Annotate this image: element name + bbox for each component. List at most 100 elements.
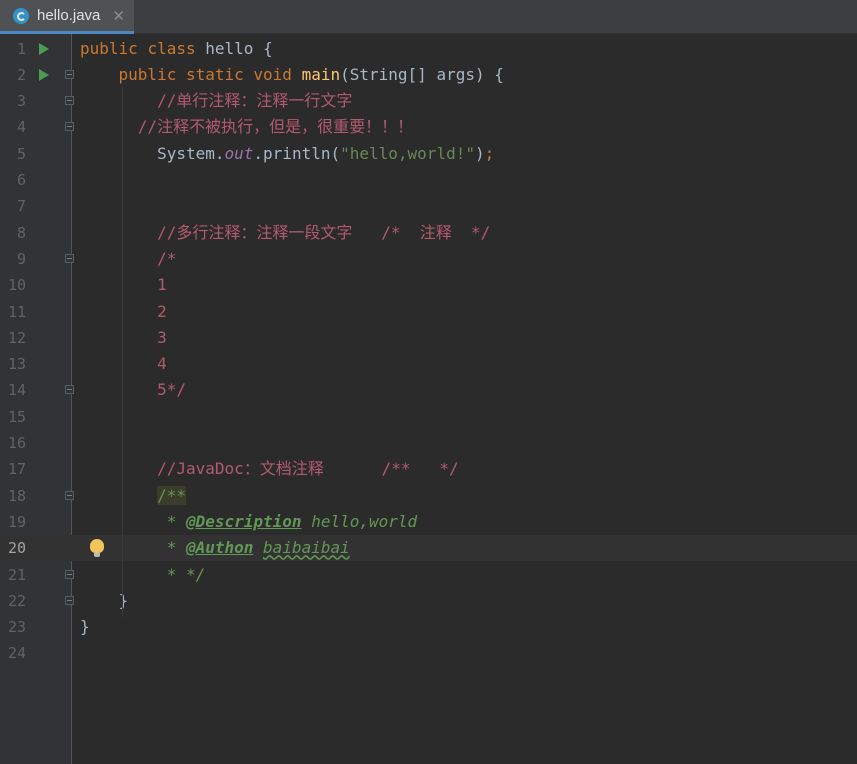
code-line[interactable]: 15 xyxy=(0,404,857,430)
code-text[interactable]: 3 xyxy=(80,325,167,351)
code-text[interactable]: public static void main(String[] args) { xyxy=(80,62,504,88)
line-number[interactable]: 24 xyxy=(0,640,26,666)
code-text[interactable]: } xyxy=(80,588,129,614)
code-token: * xyxy=(157,511,186,531)
code-line[interactable]: 17 //JavaDoc：文档注释 /** */ xyxy=(0,456,857,482)
code-token: 2 xyxy=(157,301,167,321)
close-icon[interactable]: ✕ xyxy=(112,7,125,25)
code-token: /* xyxy=(157,248,177,268)
code-text[interactable]: System.out.println("hello,world!"); xyxy=(80,141,494,167)
code-text[interactable]: //注释不被执行，但是，很重要！！！ xyxy=(80,114,413,140)
code-token: ; xyxy=(484,143,495,163)
code-line[interactable]: 13 4 xyxy=(0,351,857,377)
code-token: hello xyxy=(205,38,254,58)
line-number[interactable]: 8 xyxy=(0,220,26,246)
code-token: public xyxy=(118,64,177,84)
code-text[interactable]: * @Description hello,world xyxy=(80,509,417,535)
line-number[interactable]: 7 xyxy=(0,193,26,219)
code-line[interactable]: 9 /* xyxy=(0,246,857,272)
run-icon[interactable] xyxy=(39,42,49,55)
code-line[interactable]: 5 System.out.println("hello,world!"); xyxy=(0,141,857,167)
code-line[interactable]: 12 3 xyxy=(0,325,857,351)
code-line[interactable]: 22 } xyxy=(0,588,857,614)
line-number[interactable]: 1 xyxy=(0,36,26,62)
line-number[interactable]: 21 xyxy=(0,562,26,588)
code-token: //单行注释：注释一行文字 xyxy=(157,91,353,111)
java-class-icon xyxy=(13,7,29,24)
line-number[interactable]: 11 xyxy=(0,299,26,325)
code-text[interactable]: //JavaDoc：文档注释 /** */ xyxy=(80,456,459,482)
run-icon[interactable] xyxy=(39,68,49,81)
line-number[interactable]: 6 xyxy=(0,167,26,193)
fold-icon[interactable] xyxy=(65,569,74,579)
line-number[interactable]: 3 xyxy=(0,88,26,114)
line-number[interactable]: 22 xyxy=(0,588,26,614)
line-number[interactable]: 2 xyxy=(0,62,26,88)
code-line[interactable]: 14 5*/ xyxy=(0,377,857,403)
line-number[interactable]: 19 xyxy=(0,509,26,535)
line-number[interactable]: 4 xyxy=(0,114,26,140)
code-line[interactable]: 3 //单行注释：注释一行文字 xyxy=(0,88,857,114)
code-token: ) xyxy=(474,143,485,163)
line-number[interactable]: 13 xyxy=(0,351,26,377)
code-line[interactable]: 10 1 xyxy=(0,272,857,298)
code-token: (String[] args) { xyxy=(340,64,504,84)
code-token: * */ xyxy=(157,564,206,584)
fold-icon[interactable] xyxy=(65,122,74,132)
code-text[interactable]: * */ xyxy=(80,562,206,588)
code-text[interactable]: public class hello { xyxy=(80,36,273,62)
code-line[interactable]: 2 public static void main(String[] args)… xyxy=(0,62,857,88)
code-text[interactable]: /** xyxy=(80,483,186,509)
code-line[interactable]: 4 //注释不被执行，但是，很重要！！！ xyxy=(0,114,857,140)
code-text[interactable]: //多行注释：注释一段文字 /* 注释 */ xyxy=(80,220,490,246)
code-token: @Authon xyxy=(185,538,254,558)
code-line[interactable]: 18 /** xyxy=(0,483,857,509)
code-line[interactable]: 24 xyxy=(0,640,857,666)
line-number[interactable]: 20 xyxy=(0,535,26,561)
code-line[interactable]: 6 xyxy=(0,167,857,193)
code-token: { xyxy=(263,38,273,58)
code-line[interactable]: 19 * @Description hello,world xyxy=(0,509,857,535)
code-line[interactable]: 20 * @Authon baibaibai xyxy=(0,535,857,562)
code-line[interactable]: 16 xyxy=(0,430,857,456)
code-text[interactable]: } xyxy=(80,614,90,640)
code-text[interactable]: //单行注释：注释一行文字 xyxy=(80,88,352,114)
code-token: } xyxy=(118,590,129,610)
code-line[interactable]: 8 //多行注释：注释一段文字 /* 注释 */ xyxy=(0,220,857,246)
code-token: //JavaDoc：文档注释 /** */ xyxy=(157,459,459,479)
fold-icon[interactable] xyxy=(65,96,74,106)
code-line[interactable]: 23} xyxy=(0,614,857,640)
code-token: //注释不被执行，但是，很重要！！！ xyxy=(137,117,414,137)
line-number[interactable]: 15 xyxy=(0,404,26,430)
line-number[interactable]: 9 xyxy=(0,246,26,272)
line-number[interactable]: 14 xyxy=(0,377,26,403)
code-text[interactable]: * @Authon baibaibai xyxy=(80,535,350,561)
fold-icon[interactable] xyxy=(65,385,74,395)
fold-icon[interactable] xyxy=(65,253,74,263)
line-number[interactable]: 18 xyxy=(0,483,26,509)
code-token: 1 xyxy=(157,275,167,295)
code-text[interactable]: /* xyxy=(80,246,176,272)
fold-icon[interactable] xyxy=(65,595,74,605)
editor-tab-bar: hello.java ✕ xyxy=(0,0,857,34)
code-line[interactable]: 1 public class hello { xyxy=(0,36,857,62)
code-text[interactable]: 5*/ xyxy=(80,377,186,403)
code-token: /** xyxy=(157,485,186,505)
line-number[interactable]: 12 xyxy=(0,325,26,351)
code-line[interactable]: 11 2 xyxy=(0,299,857,325)
line-number[interactable]: 17 xyxy=(0,456,26,482)
line-number[interactable]: 10 xyxy=(0,272,26,298)
line-number[interactable]: 5 xyxy=(0,141,26,167)
fold-icon[interactable] xyxy=(65,490,74,500)
code-line[interactable]: 7 xyxy=(0,193,857,219)
code-text[interactable]: 1 xyxy=(80,272,167,298)
code-text[interactable]: 4 xyxy=(80,351,167,377)
line-number[interactable]: 16 xyxy=(0,430,26,456)
code-text[interactable]: 2 xyxy=(80,299,167,325)
fold-icon[interactable] xyxy=(65,69,74,79)
code-editor[interactable]: 1 public class hello {2 public static voi… xyxy=(0,34,857,764)
line-number[interactable]: 23 xyxy=(0,614,26,640)
code-token: System. xyxy=(157,143,225,163)
tab-hello-java[interactable]: hello.java ✕ xyxy=(0,0,134,34)
code-line[interactable]: 21 * */ xyxy=(0,562,857,588)
